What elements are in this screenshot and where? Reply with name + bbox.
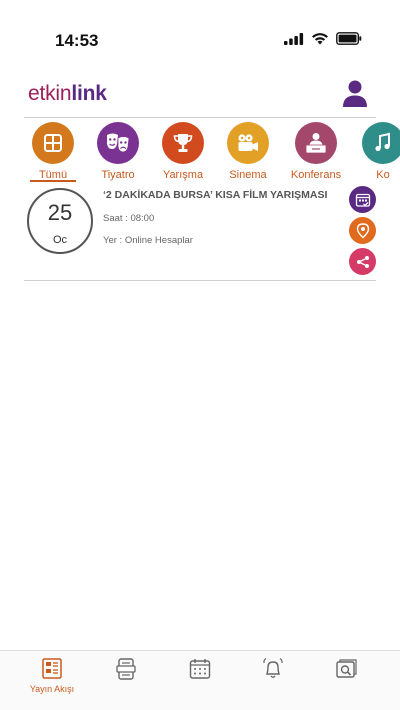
nav-label: Yayın Akışı (29, 684, 75, 694)
nav-tickets[interactable] (96, 657, 156, 681)
bottom-navigation: Yayın Akışı (0, 650, 400, 710)
selected-category-indicator (30, 180, 76, 182)
theatre-masks-icon (97, 122, 139, 164)
ticket-icon (116, 658, 136, 680)
location-button[interactable] (349, 217, 376, 244)
category-bar: Tümü Tiyatro Yarışma Sinema Konferans Ko (0, 122, 400, 184)
status-icons (284, 32, 362, 45)
music-icon (362, 122, 400, 164)
presenter-icon (295, 122, 337, 164)
category-label: Sinema (229, 169, 267, 181)
nav-calendar[interactable] (170, 657, 230, 681)
share-button[interactable] (349, 248, 376, 275)
battery-icon (336, 32, 362, 45)
add-to-calendar-button[interactable] (349, 186, 376, 213)
category-label: Ko (376, 169, 390, 181)
bell-icon (263, 657, 283, 678)
app-header: etkinlink (0, 80, 400, 116)
logo-text-part1: etkin (28, 82, 72, 105)
category-konferans[interactable]: Konferans (284, 122, 348, 181)
nav-yayin-akisi[interactable]: Yayın Akışı (22, 657, 82, 694)
wifi-icon (312, 33, 328, 45)
header-divider (24, 117, 376, 118)
nav-gallery[interactable] (317, 657, 377, 681)
share-icon (356, 255, 369, 268)
category-sinema[interactable]: Sinema (216, 122, 280, 181)
event-divider (24, 280, 376, 281)
app-logo[interactable]: etkinlink (28, 82, 107, 106)
logo-text-part2: link (71, 82, 107, 105)
calendar-icon (189, 659, 211, 679)
feed-icon (42, 658, 62, 679)
event-title[interactable]: ‘2 DAKİKADA BURSA’ KISA FİLM YARIŞMASI (103, 189, 327, 201)
category-label: Konferans (290, 169, 342, 181)
profile-button[interactable] (342, 80, 368, 108)
nav-notifications[interactable] (243, 657, 303, 681)
category-label: Tiyatro (101, 169, 135, 181)
grid-icon (32, 122, 74, 164)
event-time: Saat : 08:00 (103, 213, 155, 224)
location-pin-icon (356, 222, 369, 238)
category-tumu[interactable]: Tümü (21, 122, 85, 181)
event-place: Yer : Online Hesaplar (103, 235, 193, 246)
status-time: 14:53 (55, 31, 99, 50)
gallery-search-icon (336, 659, 357, 678)
category-ko[interactable]: Ko (351, 122, 400, 181)
event-day: 25 (47, 200, 73, 225)
category-yarisma[interactable]: Yarışma (151, 122, 215, 181)
user-icon (343, 80, 367, 107)
calendar-add-icon (355, 193, 370, 207)
event-month: Oc (52, 234, 68, 246)
event-date-badge: 25 Oc (27, 188, 93, 254)
event-card[interactable]: 25 Oc ‘2 DAKİKADA BURSA’ KISA FİLM YARIŞ… (24, 186, 376, 278)
signal-icon (284, 32, 304, 45)
category-label: Yarışma (162, 169, 204, 181)
trophy-icon (162, 122, 204, 164)
status-bar: 14:53 (0, 0, 400, 80)
film-camera-icon (227, 122, 269, 164)
category-tiyatro[interactable]: Tiyatro (86, 122, 150, 181)
